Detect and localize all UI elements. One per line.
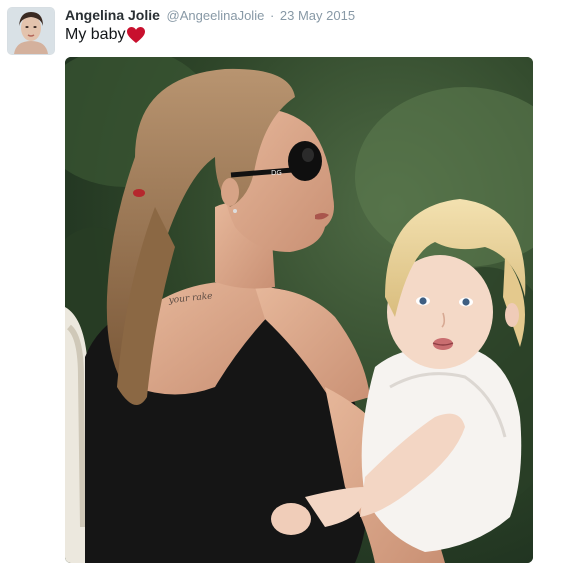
svg-text:DG: DG [271, 169, 282, 177]
tweet-text: My baby [65, 25, 146, 45]
avatar[interactable] [7, 7, 55, 55]
user-handle[interactable]: @AngeelinaJolie [167, 8, 265, 23]
tweet-header: Angelina Jolie @AngeelinaJolie · 23 May … [65, 6, 355, 24]
tweet-date[interactable]: 23 May 2015 [280, 8, 355, 23]
tweet-card: Angelina Jolie @AngeelinaJolie · 23 May … [0, 0, 564, 564]
separator-dot: · [269, 8, 275, 23]
display-name[interactable]: Angelina Jolie [65, 7, 160, 23]
tweet-photo[interactable]: your rake DG [65, 57, 533, 563]
red-heart-icon [126, 26, 146, 44]
tweet-text-content: My baby [65, 26, 126, 43]
